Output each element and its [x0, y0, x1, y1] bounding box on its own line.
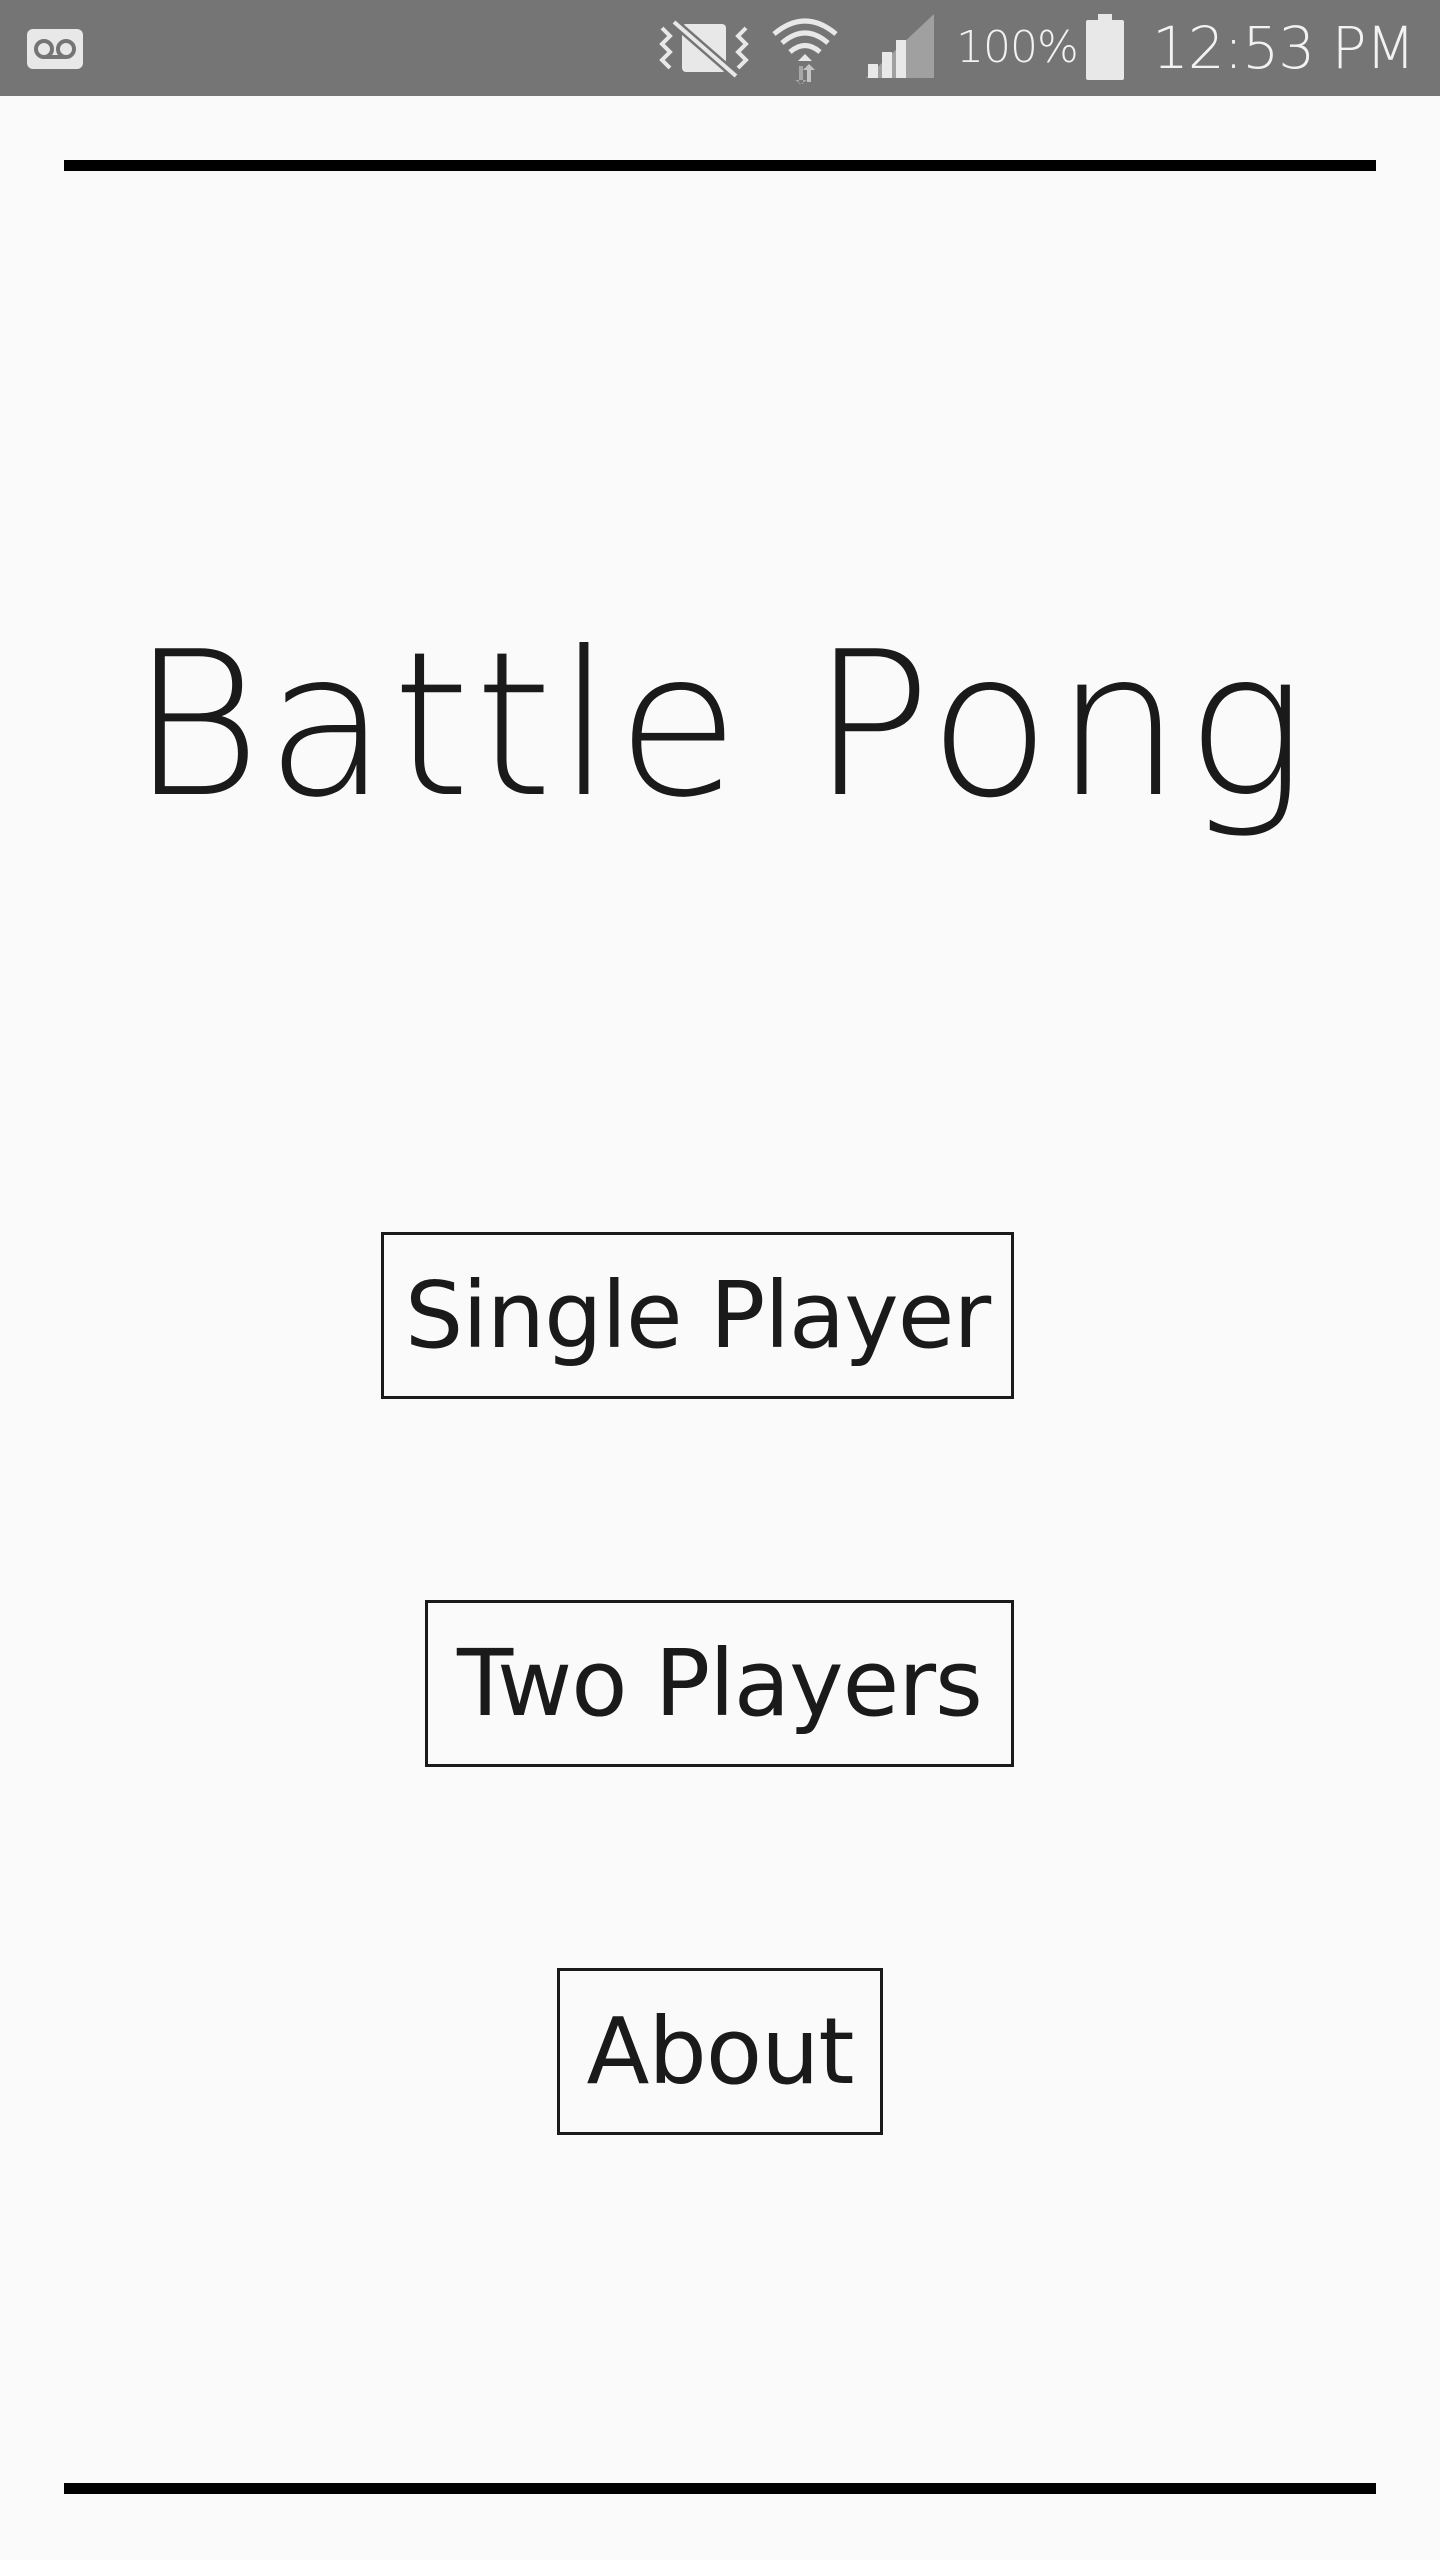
cell-signal-icon — [866, 14, 934, 78]
status-bar: 100% 12:53 PM — [0, 0, 1440, 96]
vibrate-icon — [659, 18, 749, 80]
clock: 12:53 PM — [1152, 14, 1416, 82]
battery-percent: 100% — [956, 22, 1079, 73]
about-button[interactable]: About — [557, 1968, 883, 2135]
battery-icon — [1086, 14, 1124, 80]
wifi-icon — [772, 18, 838, 84]
voicemail-icon — [27, 29, 83, 69]
game-title: Battle Pong — [130, 609, 1310, 842]
two-players-button[interactable]: Two Players — [425, 1600, 1014, 1767]
top-divider — [64, 160, 1376, 171]
single-player-button[interactable]: Single Player — [381, 1232, 1014, 1399]
bottom-divider — [64, 2483, 1376, 2494]
